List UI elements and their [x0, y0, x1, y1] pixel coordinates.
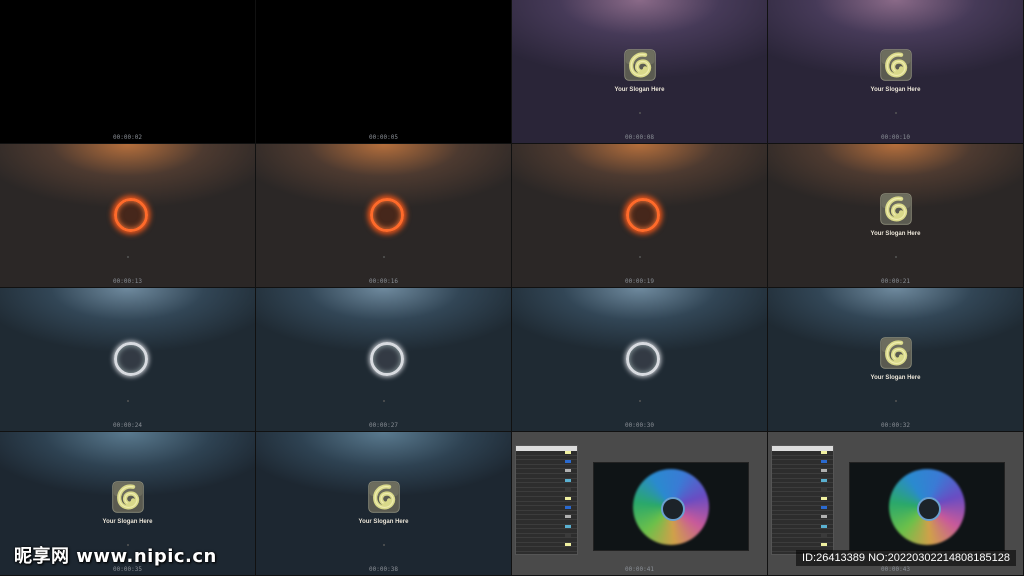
- color-swatch[interactable]: [821, 487, 827, 491]
- frame-thumbnail[interactable]: Your Slogan Here 00:00:08: [512, 0, 768, 144]
- spiral-logo-icon: [111, 480, 145, 514]
- layers-panel[interactable]: [515, 445, 578, 555]
- frame-timestamp: 00:00:27: [369, 422, 398, 429]
- frame-grid: 00:00:02 00:00:05 Your Slogan Here 00:00:0…: [0, 0, 1024, 576]
- glow-ring-icon: [113, 198, 148, 232]
- frame-thumbnail[interactable]: Your Slogan Here 00:00:32: [768, 288, 1024, 432]
- frame-thumbnail[interactable]: 00:00:05: [256, 0, 512, 144]
- frame-thumbnail[interactable]: 00:00:02: [0, 0, 256, 144]
- frame-thumbnail[interactable]: Your Slogan Here 00:00:21: [768, 144, 1024, 288]
- frame-thumbnail[interactable]: Your Slogan Here 00:00:10: [768, 0, 1024, 144]
- slogan-text: Your Slogan Here: [614, 87, 665, 93]
- color-swatch[interactable]: [821, 542, 827, 546]
- color-swatch[interactable]: [565, 542, 571, 546]
- center-dot: [894, 112, 897, 114]
- frame-timestamp: 00:00:30: [625, 422, 654, 429]
- color-swatch[interactable]: [821, 524, 827, 528]
- color-swatch[interactable]: [565, 460, 571, 464]
- slogan-text: Your Slogan Here: [358, 519, 409, 525]
- center-dot: [638, 112, 641, 114]
- frame-thumbnail[interactable]: 00:00:30: [512, 288, 768, 432]
- slogan-text: Your Slogan Here: [870, 375, 921, 381]
- preview-viewer: [849, 462, 1005, 551]
- frame-timestamp: 00:00:38: [369, 566, 398, 573]
- color-swatch[interactable]: [821, 469, 827, 473]
- frame-thumbnail[interactable]: 00:00:19: [512, 144, 768, 288]
- color-swatch[interactable]: [565, 524, 571, 528]
- color-swatch[interactable]: [565, 487, 571, 491]
- logo-block: Your Slogan Here: [836, 336, 956, 381]
- spiral-logo-icon: [879, 336, 913, 370]
- color-swatch[interactable]: [565, 506, 571, 510]
- center-dot: [382, 544, 385, 546]
- slogan-text: Your Slogan Here: [102, 519, 153, 525]
- glow-ring-icon: [625, 198, 660, 232]
- center-dot: [894, 400, 897, 402]
- preview-viewer: [593, 462, 749, 551]
- frame-timestamp: 00:00:05: [369, 134, 398, 141]
- color-swatch[interactable]: [821, 460, 827, 464]
- slogan-text: Your Slogan Here: [870, 87, 921, 93]
- frame-thumbnail[interactable]: 00:00:27: [256, 288, 512, 432]
- spiral-logo-icon: [367, 480, 401, 514]
- frame-timestamp: 00:00:43: [881, 566, 910, 573]
- frame-timestamp: 00:00:32: [881, 422, 910, 429]
- spiral-logo-icon: [623, 48, 657, 82]
- frame-timestamp: 00:00:41: [625, 566, 654, 573]
- spiral-logo-icon: [879, 192, 913, 226]
- layer-row[interactable]: [516, 547, 577, 553]
- frame-timestamp: 00:00:10: [881, 134, 910, 141]
- center-dot: [638, 256, 641, 258]
- frame-thumbnail[interactable]: 00:00:13: [0, 144, 256, 288]
- logo-block: Your Slogan Here: [324, 480, 444, 525]
- center-dot: [126, 400, 129, 402]
- color-swatch[interactable]: [565, 451, 571, 454]
- center-dot: [894, 256, 897, 258]
- frame-timestamp: 00:00:19: [625, 278, 654, 285]
- color-swatch[interactable]: [821, 533, 827, 537]
- frame-timestamp: 00:00:21: [881, 278, 910, 285]
- color-swatch[interactable]: [821, 451, 827, 454]
- center-dot: [382, 256, 385, 258]
- logo-block: Your Slogan Here: [836, 192, 956, 237]
- color-swatch[interactable]: [565, 533, 571, 537]
- color-swatch[interactable]: [821, 496, 827, 500]
- color-swatch[interactable]: [565, 478, 571, 482]
- color-swatch[interactable]: [821, 515, 827, 519]
- frame-timestamp: 00:00:16: [369, 278, 398, 285]
- frame-timestamp: 00:00:13: [113, 278, 142, 285]
- spiral-logo-icon: [879, 48, 913, 82]
- color-swatch[interactable]: [565, 469, 571, 473]
- frame-timestamp: 00:00:24: [113, 422, 142, 429]
- watermark-nipic: 昵享网 www.nipic.cn: [14, 546, 217, 567]
- glow-ring-icon: [625, 342, 660, 376]
- logo-block: Your Slogan Here: [836, 48, 956, 93]
- watermark-id: ID:26413389 NO:20220302214808185128: [796, 550, 1016, 566]
- logo-block: Your Slogan Here: [580, 48, 700, 93]
- frame-thumbnail[interactable]: 00:00:41: [512, 432, 768, 576]
- frame-thumbnail[interactable]: 00:00:24: [0, 288, 256, 432]
- color-swatch[interactable]: [821, 506, 827, 510]
- glow-ring-icon: [369, 198, 404, 232]
- color-swatch[interactable]: [565, 496, 571, 500]
- slogan-text: Your Slogan Here: [870, 231, 921, 237]
- frame-timestamp: 00:00:08: [625, 134, 654, 141]
- glow-ring-icon: [369, 342, 404, 376]
- logo-block: Your Slogan Here: [68, 480, 188, 525]
- center-dot: [126, 256, 129, 258]
- frame-thumbnail[interactable]: 00:00:16: [256, 144, 512, 288]
- center-dot: [638, 400, 641, 402]
- sphere-core-icon: [917, 496, 941, 521]
- layers-panel[interactable]: [771, 445, 834, 555]
- color-swatch[interactable]: [565, 515, 571, 519]
- sphere-core-icon: [661, 496, 685, 521]
- frame-thumbnail[interactable]: Your Slogan Here 00:00:38: [256, 432, 512, 576]
- color-swatch[interactable]: [821, 478, 827, 482]
- center-dot: [382, 400, 385, 402]
- glow-ring-icon: [113, 342, 148, 376]
- frame-timestamp: 00:00:02: [113, 134, 142, 141]
